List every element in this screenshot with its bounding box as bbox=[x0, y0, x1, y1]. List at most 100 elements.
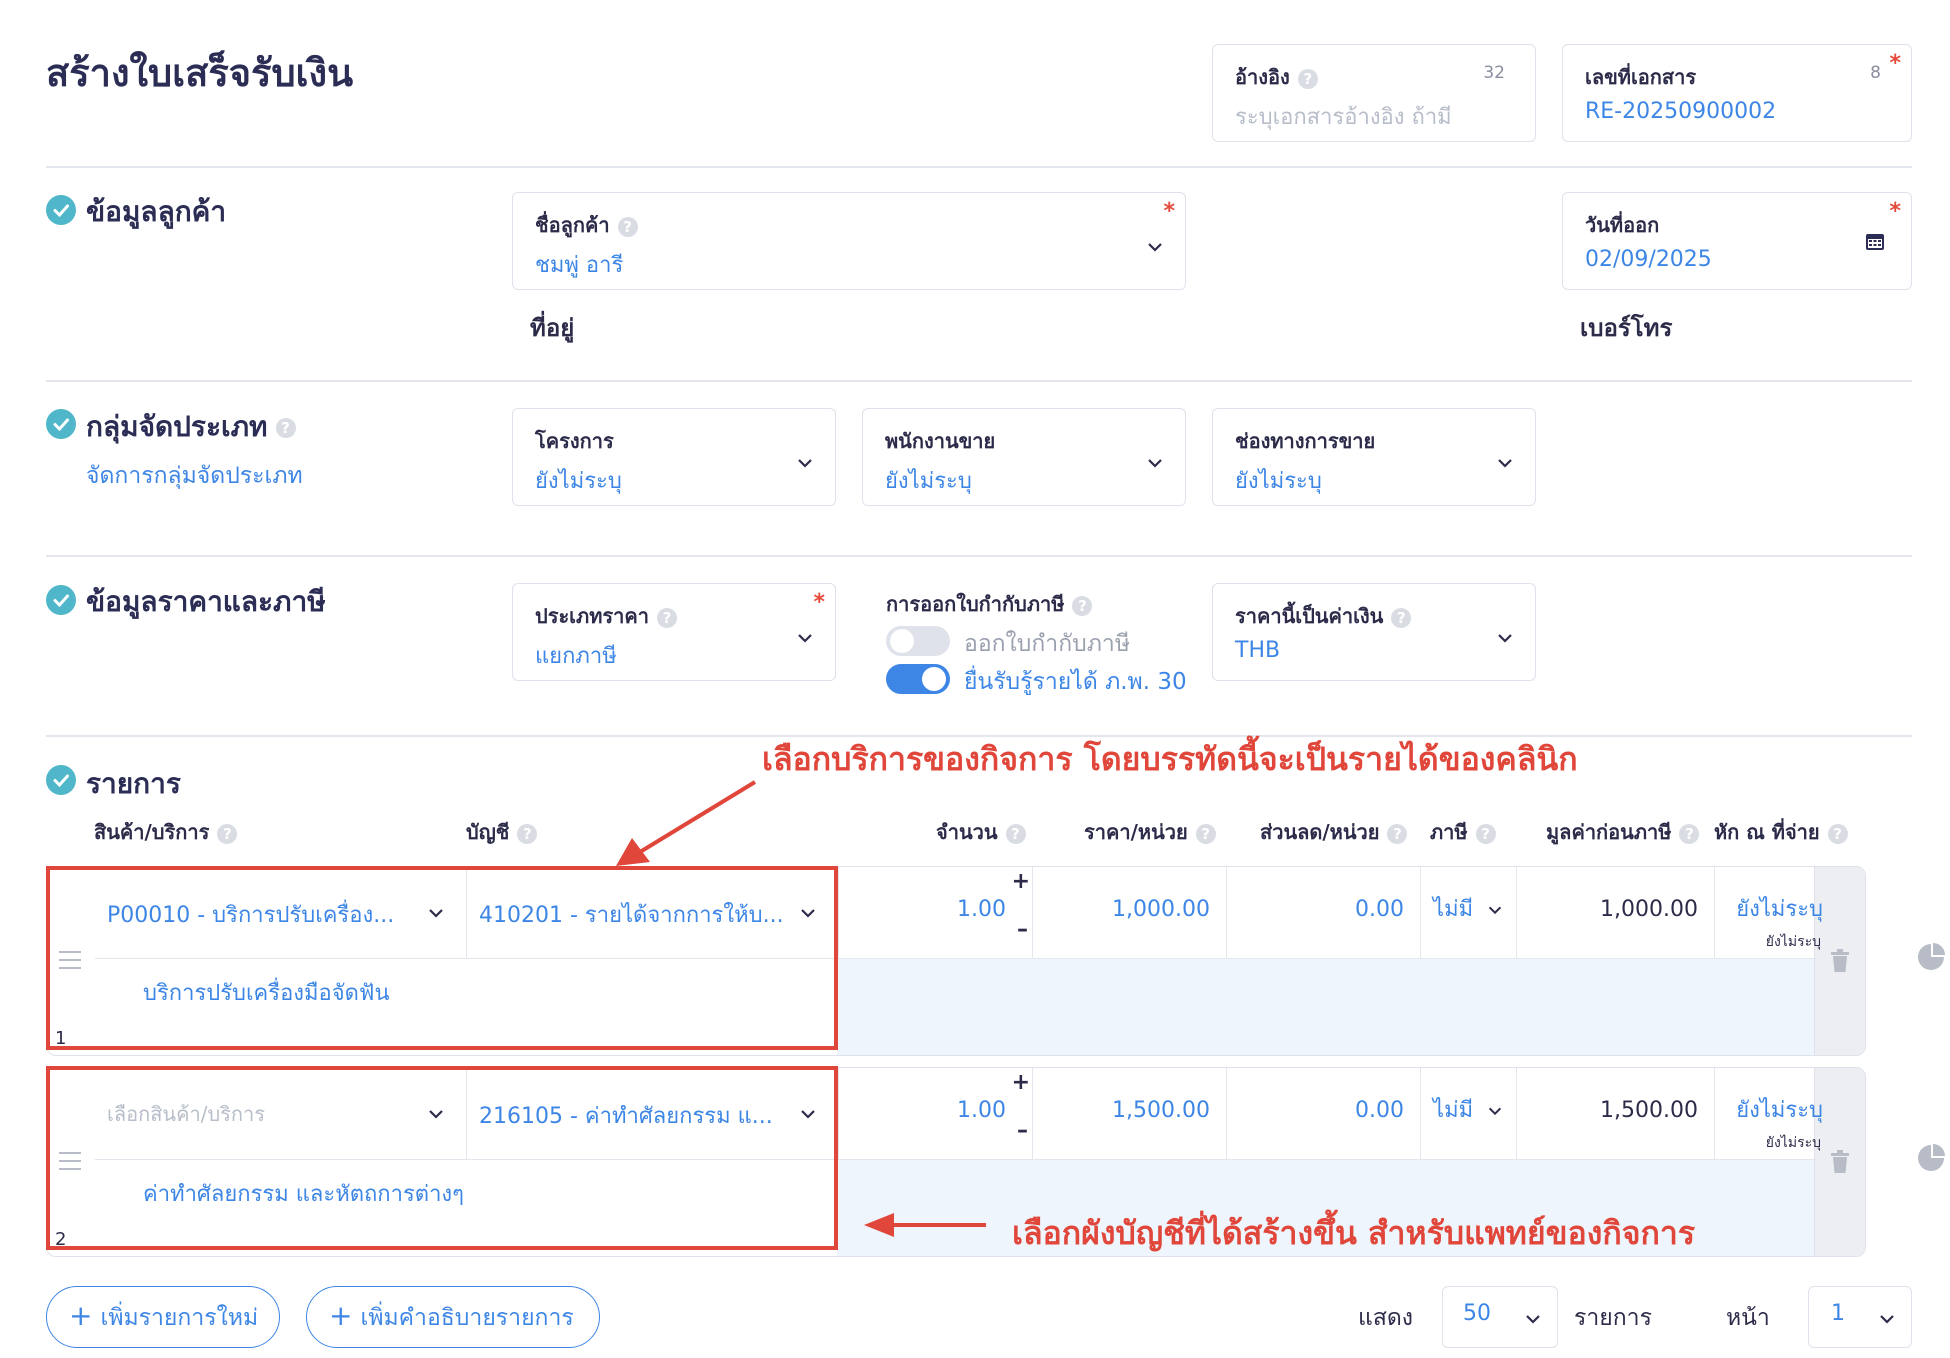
pie-chart-icon[interactable] bbox=[1916, 942, 1946, 972]
unit-price-value: 1,000.00 bbox=[1112, 897, 1210, 922]
trash-icon[interactable] bbox=[1829, 949, 1851, 973]
show-label: แสดง bbox=[1358, 1305, 1414, 1331]
issue-tax-invoice-toggle[interactable] bbox=[886, 626, 950, 656]
divider bbox=[46, 555, 1912, 557]
amount-cell: 1,000.00 bbox=[1517, 867, 1715, 959]
salesperson-select[interactable]: พนักงานขาย ยังไม่ระบุ bbox=[862, 408, 1186, 506]
customer-select[interactable]: ชื่อลูกค้า? * ชมพู่ อารี bbox=[512, 192, 1186, 290]
discount-value: 0.00 bbox=[1355, 1098, 1404, 1123]
quantity-stepper[interactable]: 1.00 + – bbox=[839, 867, 1033, 959]
discount-input[interactable]: 0.00 bbox=[1227, 1068, 1421, 1160]
column-header-discount: ส่วนลด/หน่วย bbox=[1260, 820, 1380, 844]
unit-price-input[interactable]: 1,500.00 bbox=[1033, 1068, 1227, 1160]
withholding-value: ยังไม่ระบุ bbox=[1736, 1098, 1823, 1123]
reference-field[interactable]: อ้างอิง? 32 ระบุเอกสารอ้างอิง ถ้ามี bbox=[1212, 44, 1536, 142]
check-icon bbox=[46, 409, 76, 439]
add-item-label: เพิ่มรายการใหม่ bbox=[100, 1305, 259, 1331]
project-value: ยังไม่ระบุ bbox=[535, 469, 622, 494]
per-page-select[interactable]: 50 bbox=[1442, 1286, 1558, 1348]
issue-date-value: 02/09/2025 bbox=[1585, 247, 1712, 272]
column-header-unit-price: ราคา/หน่วย bbox=[1084, 820, 1188, 844]
help-icon: ? bbox=[1387, 823, 1408, 844]
divider bbox=[46, 166, 1912, 168]
issue-date-field[interactable]: วันที่ออก * 02/09/2025 bbox=[1562, 192, 1912, 290]
help-icon: ? bbox=[656, 607, 677, 628]
sales-channel-value: ยังไม่ระบุ bbox=[1235, 469, 1322, 494]
items-section-title: รายการ bbox=[86, 767, 181, 800]
discount-value: 0.00 bbox=[1355, 897, 1404, 922]
project-select[interactable]: โครงการ ยังไม่ระบุ bbox=[512, 408, 836, 506]
add-description-label: เพิ่มคำอธิบายรายการ bbox=[360, 1305, 574, 1331]
help-icon: ? bbox=[1391, 607, 1412, 628]
help-icon: ? bbox=[1679, 823, 1700, 844]
quantity-stepper[interactable]: 1.00 + – bbox=[839, 1068, 1033, 1160]
chevron-down-icon bbox=[1880, 1315, 1894, 1324]
annotation-box bbox=[46, 866, 838, 1050]
doc-number-input[interactable]: RE-20250900002 bbox=[1585, 99, 1776, 124]
manage-group-link[interactable]: จัดการกลุ่มจัดประเภท bbox=[86, 458, 303, 494]
add-description-button[interactable]: + เพิ่มคำอธิบายรายการ bbox=[306, 1286, 600, 1348]
tax-value: ไม่มี bbox=[1433, 1098, 1474, 1123]
quantity-value: 1.00 bbox=[957, 897, 1006, 922]
salesperson-value: ยังไม่ระบุ bbox=[885, 469, 972, 494]
sales-channel-select[interactable]: ช่องทางการขาย ยังไม่ระบุ bbox=[1212, 408, 1536, 506]
chevron-down-icon bbox=[798, 634, 812, 643]
pie-chart-icon[interactable] bbox=[1916, 1143, 1946, 1173]
required-mark: * bbox=[813, 590, 825, 615]
reference-input[interactable]: ระบุเอกสารอ้างอิง ถ้ามี bbox=[1235, 99, 1452, 134]
chevron-down-icon bbox=[798, 459, 812, 468]
unit-price-input[interactable]: 1,000.00 bbox=[1033, 867, 1227, 959]
withholding-select[interactable]: ยังไม่ระบุ ยังไม่ระบุ bbox=[1715, 867, 1823, 959]
chevron-down-icon bbox=[1148, 243, 1162, 252]
price-type-value: แยกภาษี bbox=[535, 644, 617, 669]
help-icon: ? bbox=[517, 823, 538, 844]
column-header-tax: ภาษี bbox=[1430, 820, 1468, 844]
tax-select[interactable]: ไม่มี bbox=[1421, 867, 1517, 959]
divider bbox=[46, 380, 1912, 382]
doc-number-field[interactable]: เลขที่เอกสาร 8 * RE-20250900002 bbox=[1562, 44, 1912, 142]
plus-icon[interactable]: + bbox=[1012, 869, 1030, 894]
chevron-down-icon bbox=[1498, 634, 1512, 643]
recognize-revenue-toggle[interactable] bbox=[886, 664, 950, 694]
discount-input[interactable]: 0.00 bbox=[1227, 867, 1421, 959]
add-item-button[interactable]: + เพิ่มรายการใหม่ bbox=[46, 1286, 280, 1348]
withholding-sub-value: ยังไม่ระบุ bbox=[1765, 1135, 1821, 1151]
page-title: สร้างใบเสร็จรับเงิน bbox=[46, 51, 354, 95]
minus-icon[interactable]: – bbox=[1017, 917, 1028, 942]
address-label: ที่อยู่ bbox=[530, 314, 575, 342]
customer-label: ชื่อลูกค้า bbox=[535, 213, 610, 237]
doc-number-label: เลขที่เอกสาร bbox=[1585, 65, 1697, 89]
plus-icon: + bbox=[69, 1299, 93, 1332]
annotation-text-top: เลือกบริการของกิจการ โดยบรรทัดนี้จะเป็นร… bbox=[762, 740, 1578, 778]
tax-select[interactable]: ไม่มี bbox=[1421, 1068, 1517, 1160]
reference-char-count: 32 bbox=[1483, 63, 1505, 83]
column-header-quantity: จำนวน bbox=[936, 820, 998, 844]
group-section-title: กลุ่มจัดประเภท bbox=[86, 410, 268, 443]
required-mark: * bbox=[1889, 51, 1901, 76]
customer-section-title: ข้อมูลลูกค้า bbox=[86, 195, 227, 228]
quantity-value: 1.00 bbox=[957, 1098, 1006, 1123]
withholding-select[interactable]: ยังไม่ระบุ ยังไม่ระบุ bbox=[1715, 1068, 1823, 1160]
issue-date-label: วันที่ออก bbox=[1585, 213, 1660, 237]
trash-icon[interactable] bbox=[1829, 1150, 1851, 1174]
column-header-product: สินค้า/บริการ bbox=[94, 820, 210, 844]
minus-icon[interactable]: – bbox=[1017, 1118, 1028, 1143]
check-icon bbox=[46, 585, 76, 615]
column-header-amount: มูลค่าก่อนภาษี bbox=[1546, 820, 1672, 844]
help-icon: ? bbox=[1005, 823, 1026, 844]
page-select[interactable]: 1 bbox=[1808, 1286, 1912, 1348]
calendar-icon[interactable] bbox=[1865, 231, 1885, 251]
required-mark: * bbox=[1163, 199, 1175, 224]
chevron-down-icon bbox=[1148, 459, 1162, 468]
chevron-down-icon bbox=[1498, 459, 1512, 468]
price-type-select[interactable]: ประเภทราคา? * แยกภาษี bbox=[512, 583, 836, 681]
currency-select[interactable]: ราคานี้เป็นค่าเงิน? THB bbox=[1212, 583, 1536, 681]
recognize-revenue-label: ยื่นรับรู้รายได้ ภ.พ. 30 bbox=[964, 669, 1187, 695]
per-page-value: 50 bbox=[1463, 1301, 1491, 1326]
page-label: หน้า bbox=[1726, 1305, 1770, 1331]
unit-price-value: 1,500.00 bbox=[1112, 1098, 1210, 1123]
plus-icon[interactable]: + bbox=[1012, 1070, 1030, 1095]
annotation-box bbox=[46, 1066, 838, 1250]
price-type-label: ประเภทราคา bbox=[535, 604, 649, 628]
plus-icon: + bbox=[329, 1299, 353, 1332]
